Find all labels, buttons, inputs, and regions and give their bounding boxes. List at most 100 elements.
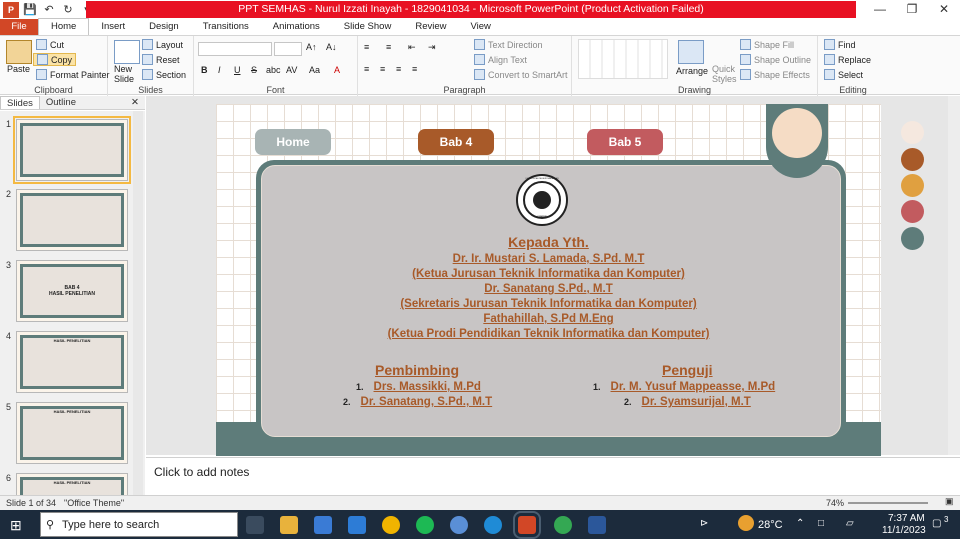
windows-start-icon[interactable]: ⊞ xyxy=(10,516,28,534)
pane-tabs: Slides Outline ✕ xyxy=(0,96,145,110)
tab-transitions[interactable]: Transitions xyxy=(191,19,261,35)
align-center-icon[interactable]: ≡ xyxy=(380,64,385,74)
align-left-icon[interactable]: ≡ xyxy=(364,64,369,74)
effects-icon xyxy=(740,69,751,80)
decrease-indent-icon[interactable]: ⇤ xyxy=(408,42,416,53)
strikethrough-button[interactable]: S xyxy=(251,65,257,75)
word-icon[interactable] xyxy=(588,516,606,534)
chrome-icon[interactable] xyxy=(382,516,400,534)
arrange-button[interactable]: Arrange xyxy=(676,66,708,76)
slide-thumbnail-4[interactable]: HASIL PENELITIAN xyxy=(16,331,128,393)
slide-thumbnail-3[interactable]: BAB 4 HASIL PENELITIAN xyxy=(16,260,128,322)
nav-home-button[interactable]: Home xyxy=(255,129,331,155)
slide-thumbnail-1[interactable] xyxy=(13,116,131,184)
select-button[interactable]: Select xyxy=(824,69,863,80)
store-icon[interactable] xyxy=(314,516,332,534)
find-button[interactable]: Find xyxy=(824,39,856,50)
bullets-icon[interactable]: ≡ xyxy=(364,42,369,52)
spotify-icon[interactable] xyxy=(416,516,434,534)
network-icon[interactable]: □ xyxy=(818,518,824,529)
tab-design[interactable]: Design xyxy=(137,19,191,35)
weather-icon[interactable] xyxy=(738,515,754,531)
control-panel-icon[interactable] xyxy=(450,516,468,534)
align-right-icon[interactable]: ≡ xyxy=(396,64,401,74)
minimize-icon[interactable]: — xyxy=(864,0,896,19)
volume-icon[interactable]: ▱ xyxy=(846,518,854,529)
section-button[interactable]: Section xyxy=(142,69,186,80)
new-slide-icon[interactable] xyxy=(114,40,140,64)
notes-pane[interactable]: Click to add notes xyxy=(146,457,960,495)
slide-thumbnail-6[interactable]: HASIL PENELITIAN xyxy=(16,473,128,495)
undo-icon[interactable]: ↶ xyxy=(41,2,57,18)
bold-button[interactable]: B xyxy=(201,65,208,75)
close-pane-icon[interactable]: ✕ xyxy=(125,96,145,109)
tab-outline[interactable]: Outline xyxy=(40,96,82,109)
slide-thumbnail-5[interactable]: HASIL PENELITIAN xyxy=(16,402,128,464)
reset-button[interactable]: Reset xyxy=(142,54,180,65)
binoculars-icon xyxy=(824,39,835,50)
notification-icon[interactable]: ▢ xyxy=(932,518,941,529)
restore-icon[interactable]: ❐ xyxy=(896,0,928,19)
justify-icon[interactable]: ≡ xyxy=(412,64,417,74)
font-color-button[interactable]: A xyxy=(334,65,340,75)
save-icon[interactable]: 💾 xyxy=(22,2,38,18)
text-direction-button[interactable]: Text Direction xyxy=(474,39,543,50)
pane-scrollbar[interactable] xyxy=(133,111,143,495)
layout-button[interactable]: Layout xyxy=(142,39,183,50)
mail-icon[interactable] xyxy=(348,516,366,534)
close-icon[interactable]: ✕ xyxy=(928,0,960,19)
cut-button[interactable]: Cut xyxy=(36,39,64,50)
shapes-gallery[interactable] xyxy=(578,39,668,79)
new-slide-button[interactable]: New Slide xyxy=(114,64,144,84)
zoom-slider[interactable] xyxy=(848,502,928,504)
current-slide[interactable]: Home Bab 4 Bab 5 UNIVERSITAS NEGERI MAKA… xyxy=(216,104,881,456)
redo-icon[interactable]: ↻ xyxy=(60,2,76,18)
tab-slides[interactable]: Slides xyxy=(0,96,40,109)
tray-chevron-icon[interactable]: ⌃ xyxy=(796,518,804,529)
quick-styles-button[interactable]: Quick Styles xyxy=(712,64,738,84)
paste-button[interactable]: Paste xyxy=(7,64,30,74)
recipient-line: Fathahillah, S.Pd M.Eng xyxy=(483,313,614,325)
copy-button[interactable]: Copy xyxy=(33,53,77,66)
shape-fill-button[interactable]: Shape Fill xyxy=(740,39,794,50)
file-explorer-icon[interactable] xyxy=(280,516,298,534)
increase-indent-icon[interactable]: ⇥ xyxy=(428,42,436,53)
underline-button[interactable]: U xyxy=(234,65,241,75)
italic-button[interactable]: I xyxy=(218,65,221,75)
tab-slide-show[interactable]: Slide Show xyxy=(332,19,404,35)
shape-outline-button[interactable]: Shape Outline xyxy=(740,54,811,65)
slide-thumbnail-2[interactable] xyxy=(16,189,128,251)
change-case-button[interactable]: Aa xyxy=(309,65,320,75)
shadow-button[interactable]: abc xyxy=(266,65,281,75)
tab-insert[interactable]: Insert xyxy=(89,19,137,35)
tab-animations[interactable]: Animations xyxy=(261,19,332,35)
editor-scrollbar[interactable] xyxy=(948,96,960,455)
grow-font-icon[interactable]: A↑ xyxy=(306,42,317,52)
format-painter-button[interactable]: Format Painter xyxy=(36,69,110,80)
clock-date: 11/1/2023 xyxy=(882,525,926,536)
tab-view[interactable]: View xyxy=(458,19,502,35)
edge-icon[interactable] xyxy=(484,516,502,534)
align-text-button[interactable]: Align Text xyxy=(474,54,527,65)
numbering-icon[interactable]: ≡ xyxy=(386,42,391,52)
taskbar-search[interactable]: ⚲ Type here to search xyxy=(40,512,238,537)
font-size-dropdown[interactable] xyxy=(274,42,302,56)
tab-file[interactable]: File xyxy=(0,19,38,35)
shrink-font-icon[interactable]: A↓ xyxy=(326,42,337,52)
nav-bab5-button[interactable]: Bab 5 xyxy=(587,129,663,155)
nav-bab4-button[interactable]: Bab 4 xyxy=(418,129,494,155)
font-name-dropdown[interactable] xyxy=(198,42,272,56)
people-icon[interactable]: ⊳ xyxy=(700,518,708,529)
tab-review[interactable]: Review xyxy=(403,19,458,35)
char-spacing-button[interactable]: AV xyxy=(286,65,297,75)
task-view-icon[interactable] xyxy=(246,516,264,534)
fit-slide-icon[interactable]: ▣ xyxy=(945,496,954,507)
paste-icon[interactable] xyxy=(6,40,32,64)
convert-smartart-button[interactable]: Convert to SmartArt xyxy=(474,69,568,80)
replace-button[interactable]: Replace xyxy=(824,54,871,65)
tab-home[interactable]: Home xyxy=(38,18,90,35)
shape-effects-button[interactable]: Shape Effects xyxy=(740,69,810,80)
powerpoint-taskbar-icon[interactable] xyxy=(513,511,541,539)
chrome-2-icon[interactable] xyxy=(554,516,572,534)
arrange-icon[interactable] xyxy=(678,40,704,64)
